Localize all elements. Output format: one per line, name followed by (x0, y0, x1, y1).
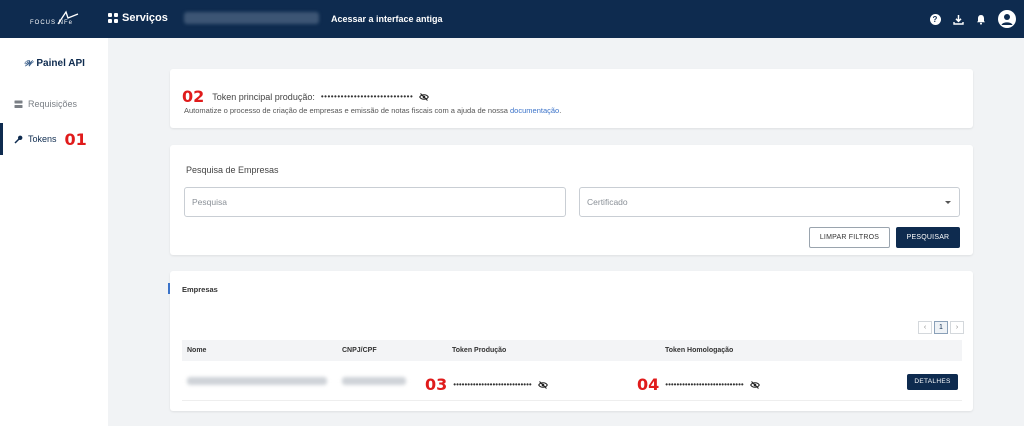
chevron-down-icon (945, 201, 951, 204)
main-token-line: 02 Token principal produção: •••••••••••… (182, 87, 430, 106)
panel-title: 𝓦 Painel API (24, 58, 85, 69)
server-icon (14, 100, 23, 108)
focus-nfe-logo[interactable]: FOCUS NFe (30, 10, 80, 28)
table-row: 03 •••••••••••••••••••••••••••• 04 •••••… (182, 361, 962, 401)
production-token-value: •••••••••••••••••••••••••••• (453, 380, 532, 389)
panel-title-text: Painel API (36, 58, 85, 69)
current-page-button[interactable]: 1 (934, 321, 948, 334)
bell-icon (977, 14, 985, 25)
search-button[interactable]: PESQUISAR (896, 227, 960, 248)
sidebar-item-label: Requisições (28, 99, 78, 109)
old-interface-link[interactable]: Acessar a interface antiga (331, 14, 443, 24)
homologation-token-cell: 04 •••••••••••••••••••••••••••• (637, 375, 760, 394)
details-button[interactable]: DETALHES (907, 374, 958, 390)
download-button[interactable] (952, 13, 964, 25)
top-navbar: FOCUS NFe Serviços Acessar a interface a… (0, 0, 1024, 38)
table-header: Nome CNPJ/CPF Token Produção Token Homol… (182, 340, 962, 361)
grid-icon (108, 13, 118, 23)
api-logo-icon: 𝓦 (24, 58, 33, 68)
annotation-03: 03 (425, 375, 448, 394)
production-token-cell: 03 •••••••••••••••••••••••••••• (425, 375, 548, 394)
documentation-link[interactable]: documentação (510, 106, 559, 115)
eye-slash-icon (749, 380, 760, 389)
search-input[interactable]: Pesquisa (184, 187, 566, 217)
token-description: Automatize o processo de criação de empr… (184, 106, 561, 115)
user-avatar[interactable] (998, 10, 1016, 28)
download-icon (952, 14, 964, 25)
certificate-select[interactable]: Certificado (579, 187, 960, 217)
toggle-visibility-button[interactable] (419, 92, 430, 101)
main-token-card: 02 Token principal produção: •••••••••••… (170, 69, 973, 128)
column-cnpj: CNPJ/CPF (342, 347, 377, 354)
services-label: Serviços (122, 12, 168, 24)
blurred-company-name (187, 377, 327, 385)
description-trailing: . (559, 106, 562, 115)
sidebar-item-requisicoes[interactable]: Requisições (0, 88, 108, 120)
eye-slash-icon (537, 380, 548, 389)
description-text: Automatize o processo de criação de empr… (184, 106, 511, 115)
key-icon (14, 135, 23, 144)
annotation-04: 04 (637, 375, 660, 394)
column-name: Nome (187, 347, 207, 354)
search-title: Pesquisa de Empresas (186, 165, 279, 175)
section-accent-bar (168, 283, 170, 294)
companies-title: Empresas (182, 285, 218, 294)
pagination: ‹ 1 › (916, 321, 964, 334)
toggle-production-token-button[interactable] (537, 380, 548, 389)
blurred-cnpj (342, 377, 406, 385)
homologation-token-value: •••••••••••••••••••••••••••• (665, 380, 744, 389)
help-button[interactable]: ? (929, 13, 941, 25)
main-token-value: •••••••••••••••••••••••••••• (320, 92, 414, 101)
eye-slash-icon (419, 92, 430, 101)
toggle-homologation-token-button[interactable] (749, 380, 760, 389)
help-icon: ? (929, 13, 941, 25)
services-menu-button[interactable]: Serviços (108, 12, 168, 24)
sidebar-item-tokens[interactable]: Tokens 01 (0, 123, 108, 155)
prev-page-button[interactable]: ‹ (918, 321, 932, 334)
next-page-button[interactable]: › (950, 321, 964, 334)
company-search-card: Pesquisa de Empresas Pesquisa Certificad… (170, 145, 973, 255)
annotation-02: 02 (182, 87, 205, 106)
sidebar: 𝓦 Painel API Requisições Tokens 01 (0, 38, 108, 426)
main-token-label: Token principal produção: (212, 91, 315, 102)
blurred-account-name (184, 12, 319, 24)
column-homologation-token: Token Homologação (665, 347, 734, 354)
column-production-token: Token Produção (452, 347, 507, 354)
companies-card: Empresas ‹ 1 › Nome CNPJ/CPF Token Produ… (168, 271, 973, 411)
logo-mark-icon (57, 10, 79, 25)
notifications-button[interactable] (975, 13, 987, 25)
annotation-01: 01 (64, 129, 87, 149)
clear-filters-button[interactable]: LIMPAR FILTROS (809, 227, 890, 248)
certificate-select-placeholder: Certificado (587, 197, 628, 207)
sidebar-item-label: Tokens (28, 134, 57, 144)
user-icon (1001, 14, 1013, 25)
header-actions: ? (918, 10, 1016, 28)
